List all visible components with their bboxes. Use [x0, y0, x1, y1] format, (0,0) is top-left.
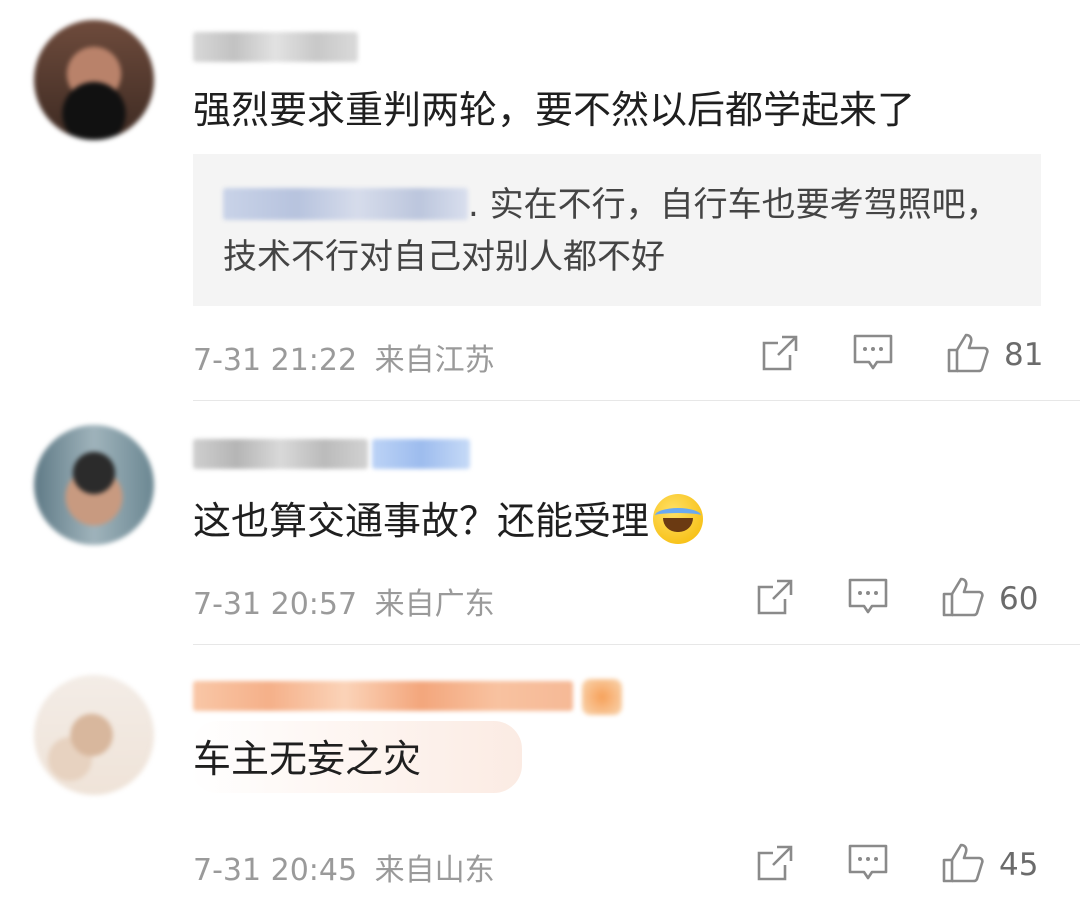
comment-meta: 7-31 20:45 来自山东 — [193, 845, 495, 889]
comment-location: 来自山东 — [374, 853, 495, 888]
comment-actions: 60 — [755, 576, 1038, 622]
thumbs-up-icon[interactable] — [946, 332, 990, 378]
comment-meta: 7-31 20:57 来自广东 — [193, 579, 495, 623]
quote-separator: . — [468, 185, 490, 225]
quoted-username[interactable] — [223, 188, 468, 220]
comment-time: 7-31 20:57 — [193, 587, 358, 622]
comment-text: 车主无妄之灾 — [193, 737, 422, 781]
avatar[interactable] — [34, 20, 154, 140]
comment-icon[interactable] — [847, 577, 889, 621]
quoted-reply-text: . 实在不行，自行车也要考驾照吧，技术不行对自己对别人都不好 — [223, 179, 1023, 283]
share-icon[interactable] — [755, 577, 795, 621]
comment-text: 强烈要求重判两轮，要不然以后都学起来了 — [193, 88, 916, 132]
thumbs-up-icon[interactable] — [941, 842, 985, 888]
like-count: 45 — [999, 847, 1039, 883]
comment-location: 来自江苏 — [374, 343, 495, 378]
comment-icon[interactable] — [852, 333, 894, 377]
comment-text: 这也算交通事故？还能受理 — [193, 494, 704, 544]
comment-actions: 81 — [760, 332, 1043, 378]
comment-item: 车主无妄之灾 7-31 20:45 来自山东 45 — [0, 645, 1080, 899]
username[interactable] — [193, 681, 573, 711]
comment-item: 这也算交通事故？还能受理 7-31 20:57 来自广东 60 — [0, 401, 1080, 644]
comment-location: 来自广东 — [374, 587, 495, 622]
avatar[interactable] — [34, 675, 154, 795]
like-count: 81 — [1004, 337, 1044, 373]
comment-text-body: 这也算交通事故？还能受理 — [193, 499, 650, 543]
comment-icon[interactable] — [847, 843, 889, 887]
username[interactable] — [193, 32, 358, 62]
share-icon[interactable] — [760, 333, 800, 377]
avatar[interactable] — [34, 425, 154, 545]
like-count: 60 — [999, 581, 1039, 617]
comment-time: 7-31 20:45 — [193, 853, 358, 888]
comment-time: 7-31 21:22 — [193, 343, 358, 378]
thumbs-up-icon[interactable] — [941, 576, 985, 622]
share-icon[interactable] — [755, 843, 795, 887]
quoted-reply[interactable]: . 实在不行，自行车也要考驾照吧，技术不行对自己对别人都不好 — [193, 154, 1041, 306]
user-badge-icon — [582, 679, 622, 715]
laughing-tears-emoji — [653, 494, 704, 544]
comment-item: 强烈要求重判两轮，要不然以后都学起来了 . 实在不行，自行车也要考驾照吧，技术不… — [0, 0, 1080, 400]
user-badge — [372, 439, 470, 469]
comment-actions: 45 — [755, 842, 1038, 888]
comment-meta: 7-31 21:22 来自江苏 — [193, 335, 495, 379]
username[interactable] — [193, 439, 368, 469]
